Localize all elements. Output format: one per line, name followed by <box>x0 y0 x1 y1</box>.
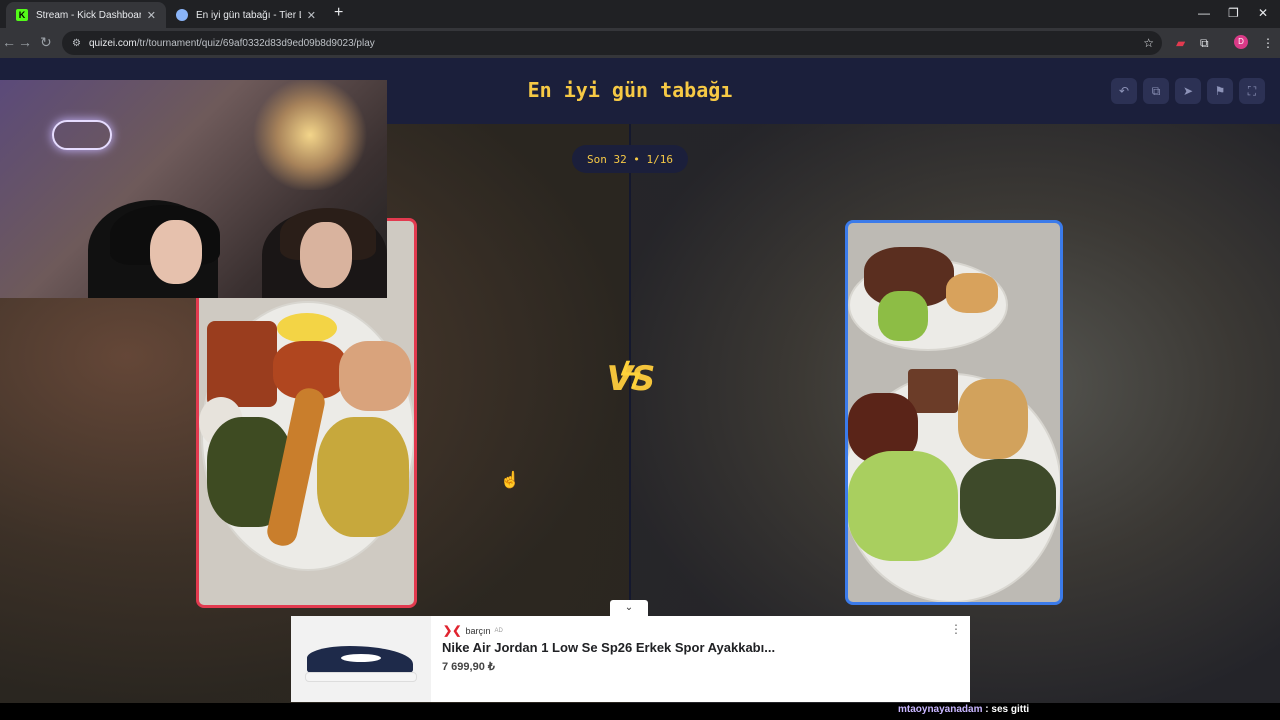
extensions-puzzle-icon[interactable]: ⧉ <box>1200 36 1209 51</box>
ad-product-image[interactable] <box>291 616 431 702</box>
food-item <box>958 379 1028 459</box>
window-close-icon[interactable]: ✕ <box>1258 6 1268 20</box>
minimize-icon[interactable]: — <box>1198 6 1210 20</box>
close-tab-icon[interactable]: ✕ <box>147 9 156 22</box>
url-path: /tr/tournament/quiz/69af0332d83d9ed09b8d… <box>136 37 375 49</box>
shoe-sole <box>305 672 417 682</box>
restore-icon[interactable]: ❐ <box>1228 6 1239 20</box>
send-icon[interactable]: ➤ <box>1175 78 1201 104</box>
food-item <box>908 369 958 413</box>
lettuce-item <box>878 291 928 341</box>
ad-collapse-chevron-icon[interactable]: ⌄ <box>610 600 648 616</box>
quizei-icon <box>176 9 188 21</box>
url-host: quizei.com <box>88 37 137 49</box>
chat-separator: : <box>985 704 989 715</box>
streamer-face <box>150 220 202 284</box>
lightning-icon: ϟ <box>620 353 642 397</box>
browser-menu-icon[interactable]: ⋮ <box>1262 36 1274 50</box>
close-tab-icon[interactable]: ✕ <box>307 9 316 22</box>
undo-icon[interactable]: ↶ <box>1111 78 1137 104</box>
fullscreen-icon[interactable]: ⛶ <box>1239 78 1265 104</box>
option-card-right[interactable] <box>845 220 1063 605</box>
forward-icon[interactable]: → <box>18 34 32 50</box>
brand-name: barçın <box>465 625 491 636</box>
food-item <box>946 273 998 313</box>
new-tab-button[interactable]: + <box>334 4 343 22</box>
neon-sign <box>52 120 112 150</box>
tab-quizei[interactable]: En iyi gün tabağı - Tier List, Kör ✕ <box>166 2 326 28</box>
swoosh-logo <box>341 654 381 662</box>
lamp-light <box>250 80 370 190</box>
flag-icon[interactable]: ⚑ <box>1207 78 1233 104</box>
potato-item <box>317 417 409 537</box>
guest-face <box>300 222 352 288</box>
address-row: ← → ↻ ⚙ quizei.com /tr/tournament/quiz/6… <box>0 28 1280 58</box>
dolma-item <box>960 459 1056 539</box>
webcam-overlay <box>0 80 387 298</box>
ad-tag: AD <box>494 627 503 634</box>
kick-icon: K <box>16 9 28 21</box>
chat-text: ses gitti <box>991 704 1030 715</box>
vs-badge: VS ϟ <box>598 353 662 413</box>
profile-avatar[interactable]: D <box>1234 35 1248 49</box>
ad-options-icon[interactable]: ⋮ <box>950 622 962 636</box>
ad-banner[interactable]: ❯❮ barçın AD Nike Air Jordan 1 Low Se Sp… <box>291 616 970 702</box>
reload-icon[interactable]: ↻ <box>40 34 52 51</box>
bookmark-star-icon[interactable]: ☆ <box>1143 36 1154 50</box>
lettuce-item <box>848 451 958 561</box>
mouse-cursor-icon: ☝ <box>500 472 520 489</box>
ad-price: 7 699,90 ₺ <box>442 661 495 673</box>
extension-icon[interactable]: ▰ <box>1176 36 1185 50</box>
food-item <box>207 321 277 407</box>
brand-logo-icon: ❯❮ <box>443 625 462 637</box>
tab-kick-dashboard[interactable]: K Stream - Kick Dashboard ✕ <box>6 2 166 28</box>
back-icon[interactable]: ← <box>2 34 16 50</box>
chat-message: mtaoynayanadam : ses gitti <box>898 704 1029 715</box>
lemon-slice <box>277 313 337 343</box>
ad-brand: ❯❮ barçın AD <box>443 624 503 637</box>
round-indicator: Son 32 • 1/16 <box>572 145 688 173</box>
tab-title: Stream - Kick Dashboard <box>36 9 141 21</box>
site-info-icon[interactable]: ⚙ <box>72 38 81 49</box>
food-item <box>339 341 411 411</box>
ad-title[interactable]: Nike Air Jordan 1 Low Se Sp26 Erkek Spor… <box>442 640 775 655</box>
share-icon[interactable]: ⧉ <box>1143 78 1169 104</box>
browser-tab-bar: K Stream - Kick Dashboard ✕ En iyi gün t… <box>0 0 1280 28</box>
tab-title: En iyi gün tabağı - Tier List, Kör <box>196 9 301 21</box>
chat-username: mtaoynayanadam <box>898 704 983 715</box>
address-bar[interactable]: ⚙ quizei.com /tr/tournament/quiz/69af033… <box>62 31 1162 55</box>
